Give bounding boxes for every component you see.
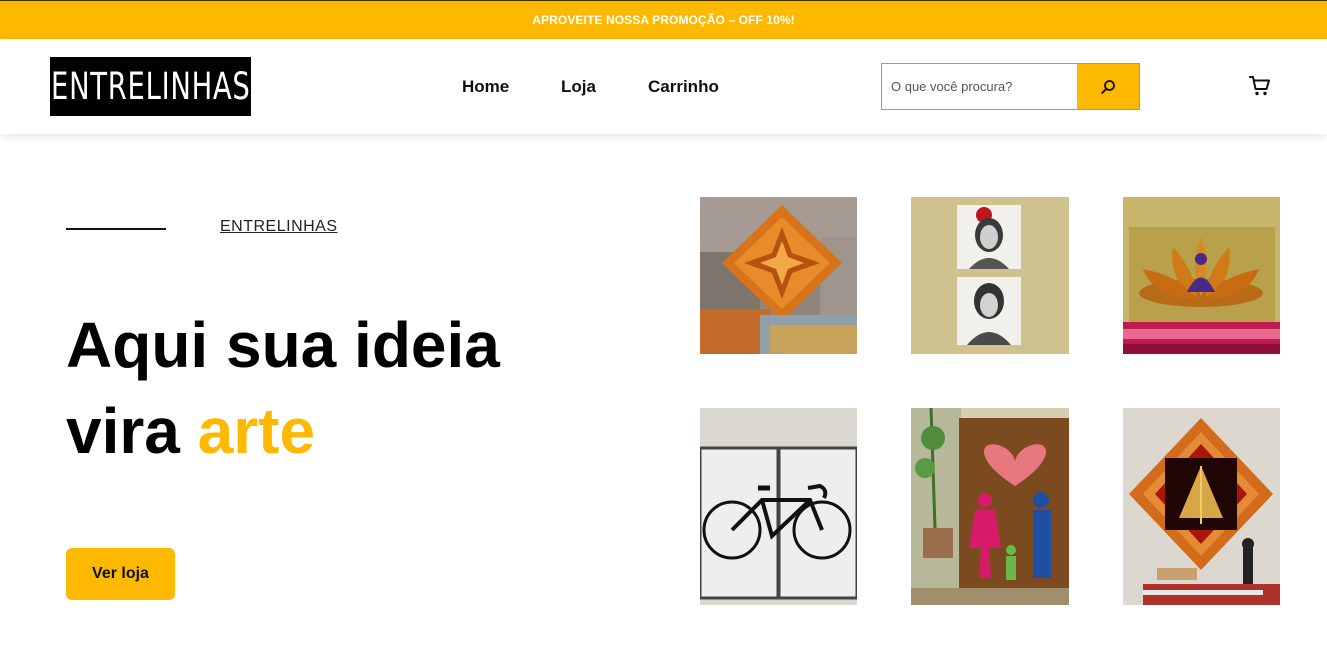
nav-loja[interactable]: Loja [561, 77, 596, 97]
gallery-image-family[interactable] [911, 408, 1069, 605]
header: ENTRELINHAS Home Loja Carrinho [0, 39, 1327, 134]
promo-bar: APROVEITE NOSSA PROMOÇÃO – OFF 10%! [0, 0, 1327, 39]
gallery-image-lotus[interactable] [1123, 197, 1280, 354]
eyebrow-link[interactable]: ENTRELINHAS [220, 218, 338, 236]
search-box [881, 63, 1140, 110]
search-input[interactable] [882, 64, 1078, 109]
gallery-image-star[interactable] [700, 197, 857, 354]
hero-title-accent: arte [197, 395, 316, 467]
logo-text: ENTRELINHAS [50, 65, 251, 108]
gallery-image-frida[interactable] [911, 197, 1069, 354]
eyebrow-divider [66, 228, 166, 230]
nav-carrinho[interactable]: Carrinho [648, 77, 719, 97]
hero-title-prefix: vira [66, 395, 198, 467]
hero-title: Aqui sua ideia vira arte [66, 302, 500, 474]
hero-title-line1: Aqui sua ideia [66, 309, 500, 381]
gallery-image-mandala[interactable] [1123, 408, 1280, 605]
search-icon [1101, 79, 1116, 94]
logo[interactable]: ENTRELINHAS [50, 57, 251, 116]
promo-text: APROVEITE NOSSA PROMOÇÃO – OFF 10%! [532, 13, 795, 27]
cart-icon[interactable] [1249, 75, 1271, 97]
gallery-image-bicycle[interactable] [700, 408, 857, 605]
search-button[interactable] [1077, 64, 1139, 109]
ver-loja-button[interactable]: Ver loja [66, 548, 175, 600]
nav-home[interactable]: Home [462, 77, 509, 97]
